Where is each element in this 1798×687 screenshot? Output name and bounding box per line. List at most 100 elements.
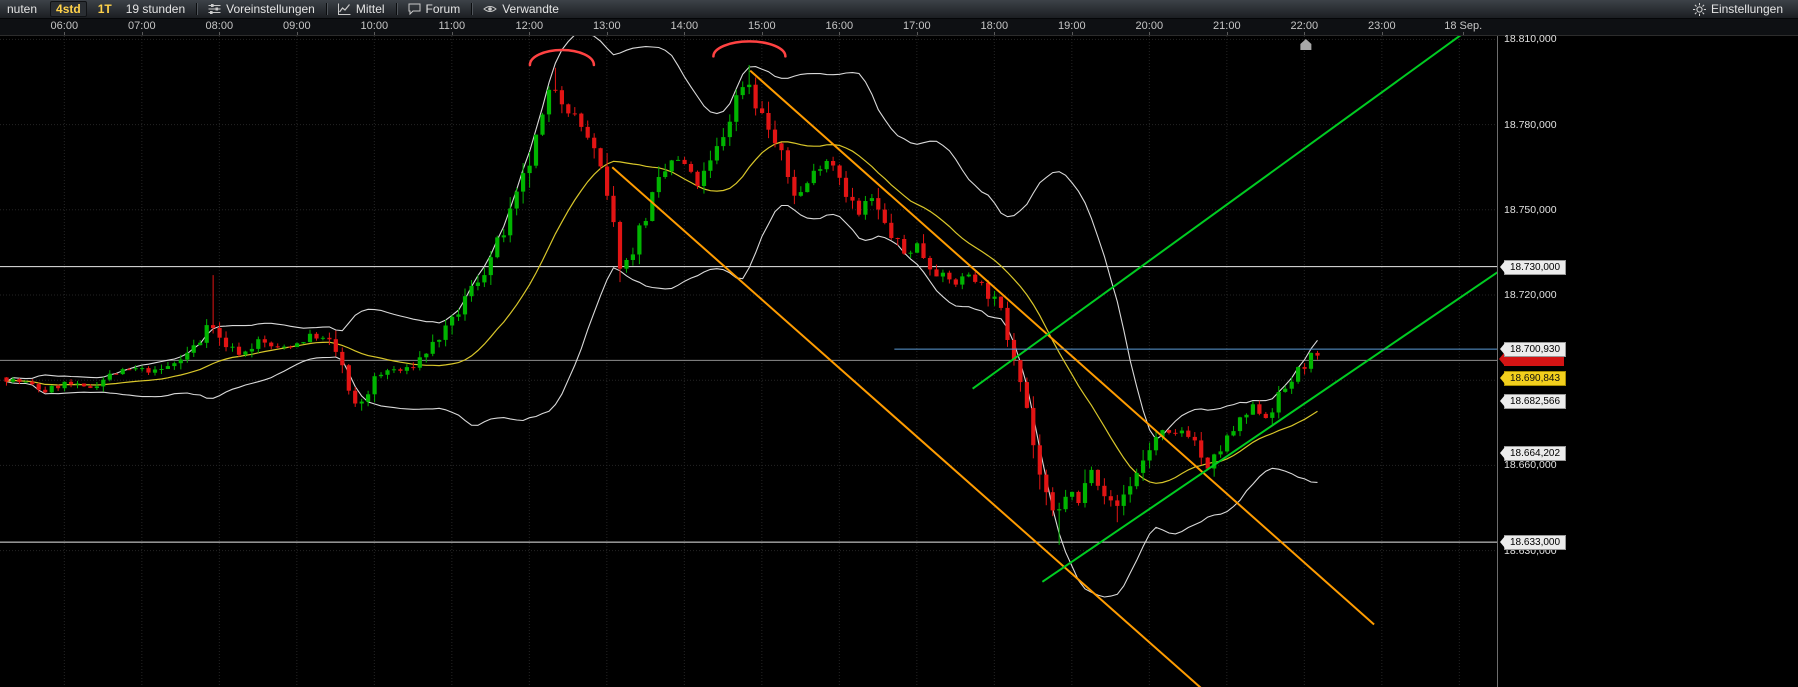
candle-body <box>172 363 177 367</box>
time-label: 07:00 <box>128 20 156 32</box>
time-label: 18:00 <box>980 20 1009 32</box>
price-chart[interactable] <box>0 36 1497 687</box>
candle-body <box>372 376 377 395</box>
candle-body <box>566 104 571 114</box>
candle-body <box>346 365 351 391</box>
candle-body <box>714 146 719 161</box>
candle-body <box>223 337 229 348</box>
chart-area: 18.810,000 18.780,000 18.750,000 18.720,000… <box>0 33 1798 687</box>
time-label: 19:00 <box>1058 20 1086 32</box>
candle-body <box>482 275 487 283</box>
price-tag-pointer <box>1500 260 1505 273</box>
candle-body <box>508 208 513 236</box>
candle-body <box>869 198 874 201</box>
candle-body <box>1296 367 1301 382</box>
candle-body <box>760 108 765 113</box>
candle-body <box>320 337 325 339</box>
price-tag-pointer <box>1500 536 1505 549</box>
time-label: 10:00 <box>360 20 389 32</box>
candle-body <box>88 386 93 388</box>
candle-body <box>1192 436 1197 441</box>
toolbar-separator <box>471 3 473 15</box>
candle-body <box>540 114 545 135</box>
time-tick <box>916 32 918 35</box>
price-axis-label: 18.720,000 <box>1504 289 1557 301</box>
candle-body <box>1024 382 1029 408</box>
candle-body <box>1186 430 1191 437</box>
candle-body <box>378 374 384 377</box>
toolbar-item-19-stunden[interactable]: 19 stunden <box>119 0 192 18</box>
candle-body <box>1257 404 1262 414</box>
candle-body <box>1057 509 1062 511</box>
candle-body <box>1050 492 1055 511</box>
candle-body <box>101 379 106 387</box>
time-tick <box>1304 32 1306 35</box>
price-tag-18-664-202: 18.664,202 <box>1500 446 1567 462</box>
candle-body <box>811 170 816 184</box>
candle-body <box>960 276 965 285</box>
candle-body <box>1289 381 1294 389</box>
candle-body <box>579 113 584 127</box>
candle-body <box>766 113 771 130</box>
candle-body <box>1166 430 1172 433</box>
candle-body <box>1308 352 1314 369</box>
candle-body <box>501 235 506 238</box>
time-tick <box>994 32 996 35</box>
candle-body <box>908 252 913 254</box>
candle-body <box>404 367 409 371</box>
toolbar-item-label: Forum <box>425 2 461 16</box>
candle-body <box>902 239 907 254</box>
toolbar-item-forum[interactable]: Forum <box>401 0 468 18</box>
candle-body <box>1315 352 1320 356</box>
candle-body <box>114 373 119 375</box>
toolbar-item-label: 1T <box>97 2 112 16</box>
price-tag-label: 18.700,930 <box>1510 344 1561 356</box>
trading-app-window: nuten 4std 1T 19 stunden Voreinstellungen Mit… <box>0 0 1798 687</box>
candle-body <box>17 379 22 382</box>
candle-body <box>721 137 726 147</box>
price-tag-label: 18.633,000 <box>1510 537 1561 549</box>
candle-body <box>792 176 797 196</box>
toolbar-item-4std[interactable]: 4std <box>50 1 87 17</box>
candle-body <box>1173 432 1178 434</box>
toolbar-item-mittel[interactable]: Mittel <box>331 0 392 18</box>
candle-body <box>178 359 183 364</box>
candle-body <box>107 373 112 380</box>
moving-average-line <box>6 141 1318 484</box>
candle-body <box>1147 450 1152 461</box>
candle-body <box>49 385 54 393</box>
up-channel-line-1 <box>972 36 1462 390</box>
candle-body <box>785 150 790 177</box>
toolbar-item-voreinstellungen[interactable]: Voreinstellungen <box>201 0 322 18</box>
candle-body <box>521 173 526 192</box>
toolbar-item-1t[interactable]: 1T <box>91 0 119 18</box>
time-label: 22:00 <box>1290 20 1319 32</box>
candle-body <box>1128 486 1133 495</box>
candle-body <box>1108 496 1113 501</box>
time-tick <box>839 32 841 35</box>
toolbar-item-einstellungen[interactable]: Einstellungen <box>1686 0 1790 18</box>
candle-body <box>617 222 623 269</box>
top-arc-annotation <box>528 48 596 67</box>
candle-body <box>398 369 403 371</box>
price-tag-18-730-000: 18.730,000 <box>1500 259 1567 275</box>
candle-body <box>1037 445 1042 475</box>
toolbar-item-verwandte[interactable]: Verwandte <box>476 0 566 18</box>
candle-body <box>307 333 313 343</box>
candle-body <box>876 198 881 210</box>
candle-body <box>333 339 338 352</box>
candle-body <box>295 343 300 348</box>
candle-body <box>249 348 254 352</box>
candle-body <box>986 282 991 299</box>
candle-body <box>611 195 616 223</box>
forum-icon <box>408 3 421 15</box>
candle-body <box>359 401 364 404</box>
candle-body <box>366 394 371 402</box>
candle-body <box>1102 485 1107 497</box>
price-axis[interactable]: 18.810,000 18.780,000 18.750,000 18.720,000… <box>1497 33 1798 687</box>
candle-body <box>798 192 803 196</box>
candle-body <box>81 383 87 387</box>
toolbar-item-nuten[interactable]: nuten <box>0 0 44 18</box>
candle-body <box>927 258 933 270</box>
candle-body <box>1263 413 1268 418</box>
